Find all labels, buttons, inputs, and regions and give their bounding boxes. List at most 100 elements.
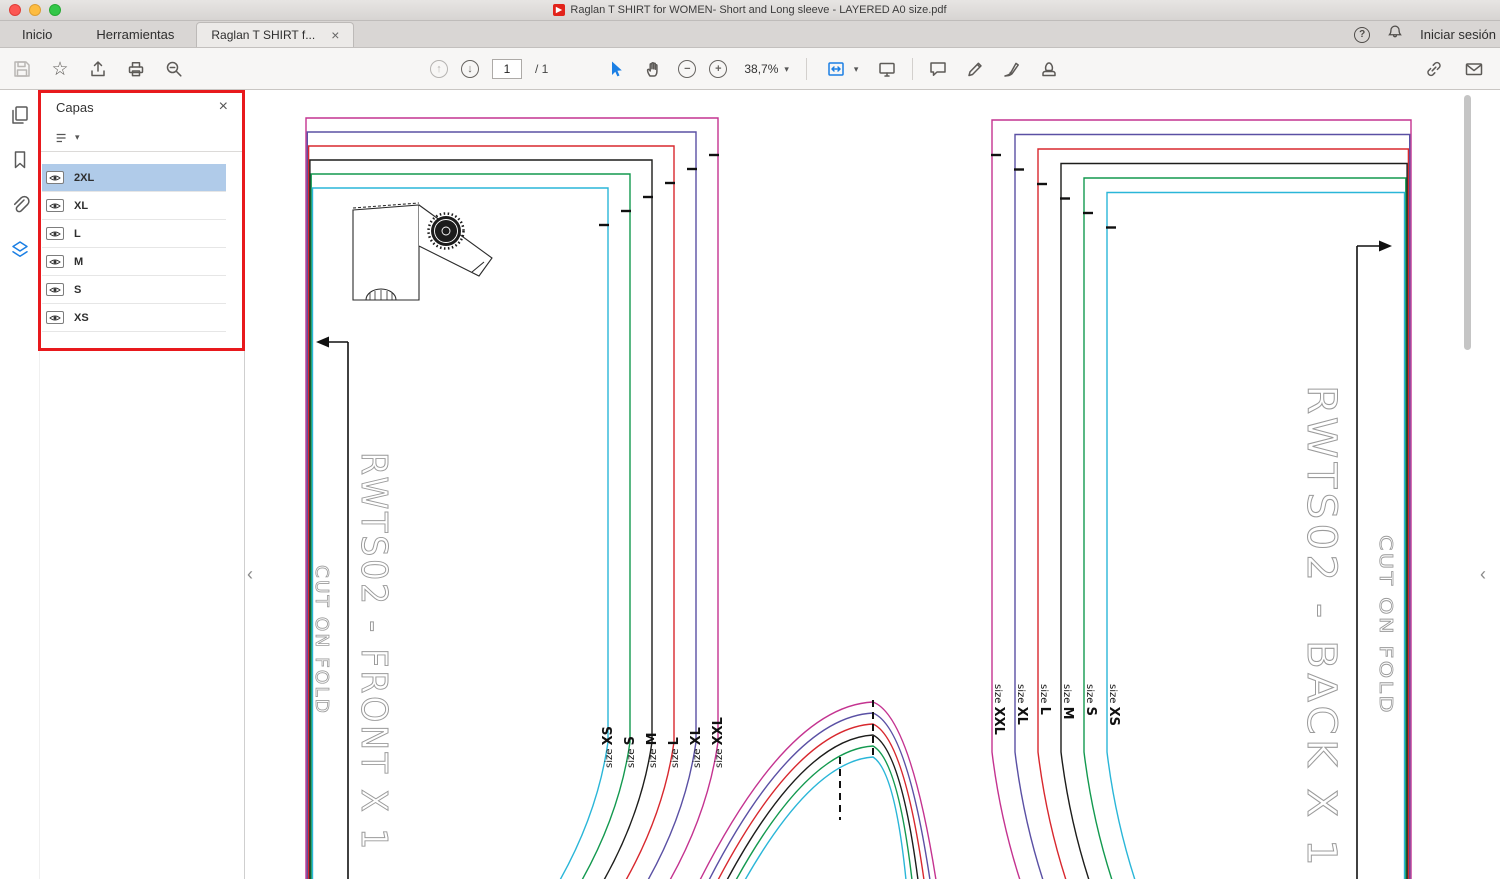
layer-visibility-eye-icon[interactable] (46, 199, 64, 212)
sign-in-button[interactable]: Iniciar sesión (1420, 27, 1496, 42)
layer-row-xs[interactable]: XS (42, 304, 226, 332)
layer-row-xl[interactable]: XL (42, 192, 226, 220)
back-cut-on-fold-label: CUT ON FOLD (1375, 535, 1396, 715)
size-label: size XL (1014, 684, 1029, 725)
back-layer-outline (1060, 162, 1408, 879)
page-number-input[interactable] (492, 59, 522, 79)
size-label: size S (623, 736, 638, 768)
close-window-button[interactable] (9, 4, 21, 16)
share-upload-icon[interactable] (86, 57, 110, 81)
back-piece-outlines (991, 119, 1412, 879)
size-label: size XS (601, 726, 616, 768)
bookmarks-icon[interactable] (9, 149, 31, 176)
front-cut-on-fold-label: CUT ON FOLD (311, 565, 332, 715)
link-share-icon[interactable] (1422, 57, 1446, 81)
tab-bar: Inicio Herramientas Raglan T SHIRT f... … (0, 21, 1500, 48)
fill-sign-pen-icon[interactable] (1000, 57, 1024, 81)
layer-row-l[interactable]: L (42, 220, 226, 248)
front-neckline-curve (726, 734, 919, 879)
size-label: size XXL (711, 717, 726, 768)
layer-visibility-eye-icon[interactable] (46, 227, 64, 240)
next-page-button[interactable]: ↓ (461, 60, 479, 78)
size-label: size M (1060, 684, 1075, 720)
print-icon[interactable] (124, 57, 148, 81)
layers-list: 2XL XL L M S XS (42, 164, 226, 332)
back-layer-outline (1037, 148, 1410, 879)
back-layer-outline (1014, 133, 1411, 879)
vertical-scrollbar[interactable] (1464, 95, 1471, 350)
caret-down-icon: ▾ (853, 63, 859, 74)
panel-close-icon[interactable]: × (219, 98, 228, 116)
size-label: size XS (1106, 684, 1121, 726)
presentation-mode-icon[interactable] (875, 57, 899, 81)
size-label: size L (1037, 684, 1052, 715)
zoom-level-value: 38,7% (744, 62, 779, 76)
size-label: size S (1083, 684, 1098, 716)
front-neckline-curve (735, 745, 913, 879)
notifications-bell-icon[interactable] (1386, 23, 1404, 46)
front-piece-label: RWTS02 - FRONT X 1 (353, 452, 394, 852)
titlebar: Raglan T SHIRT for WOMEN- Short and Long… (0, 0, 1500, 21)
main-toolbar: ☆ ↑ ↓ / 1 − + 3 (0, 48, 1500, 90)
back-size-labels: size XXL size XL size L size M size S size XS (991, 684, 1121, 735)
size-label: size XL (689, 727, 704, 768)
layers-panel-title: Capas (56, 99, 94, 115)
front-size-labels: size XS size S size M size L size XL size XXL (601, 717, 726, 768)
hand-tool-icon[interactable] (641, 57, 665, 81)
layer-row-2xl[interactable]: 2XL (42, 164, 226, 192)
grainline-arrows (316, 240, 1392, 879)
fit-width-icon (824, 57, 848, 81)
window-title: Raglan T SHIRT for WOMEN- Short and Long… (570, 4, 947, 16)
mail-envelope-icon[interactable] (1462, 57, 1486, 81)
select-tool-cursor-icon[interactable] (604, 57, 628, 81)
page-thumbnails-icon[interactable] (9, 104, 31, 131)
save-icon[interactable] (10, 57, 34, 81)
back-layer-outline (1106, 191, 1406, 879)
tab-herramientas[interactable]: Herramientas (74, 21, 196, 47)
pdf-file-icon (553, 4, 566, 16)
back-layer-outline (991, 119, 1412, 879)
highlighter-pencil-icon[interactable] (963, 57, 987, 81)
pdf-page-canvas: size XSsize Ssize Msize Lsize XLsize XXL… (305, 117, 1412, 879)
comment-bubble-icon[interactable] (926, 57, 950, 81)
caret-down-icon: ▾ (784, 63, 789, 74)
layer-visibility-eye-icon[interactable] (46, 283, 64, 296)
zoom-level-dropdown[interactable]: 38,7% ▾ (740, 60, 793, 78)
previous-page-button[interactable]: ↑ (430, 60, 448, 78)
back-piece-label: RWTS02 - BACK X 1 (1298, 385, 1344, 870)
stamp-tool-icon[interactable] (1037, 57, 1061, 81)
layer-visibility-eye-icon[interactable] (46, 311, 64, 324)
right-panel-collapse-chevron-icon[interactable]: ‹ (1480, 564, 1486, 585)
size-label: size XXL (991, 684, 1006, 735)
right-rail: ‹ (1472, 90, 1500, 879)
zoom-in-button[interactable]: + (709, 60, 728, 78)
layers-panel: Capas × ▾ 2XL XL L M S XS (40, 90, 245, 879)
document-tab[interactable]: Raglan T SHIRT f... × (196, 22, 355, 47)
layer-row-s[interactable]: S (42, 276, 226, 304)
zoom-out-button[interactable]: − (678, 60, 697, 78)
minimize-window-button[interactable] (29, 4, 41, 16)
content-area: Capas × ▾ 2XL XL L M S XS ‹ size XS size… (0, 90, 1500, 879)
zoom-search-icon[interactable] (162, 57, 186, 81)
layer-visibility-eye-icon[interactable] (46, 255, 64, 268)
fit-width-dropdown[interactable]: ▾ (820, 55, 863, 83)
size-label: size M (645, 732, 660, 768)
document-tab-label: Raglan T SHIRT f... (211, 28, 316, 42)
layer-visibility-eye-icon[interactable] (46, 171, 64, 184)
attachments-paperclip-icon[interactable] (9, 194, 31, 221)
tshirt-illustration (352, 202, 493, 301)
caret-down-icon: ▾ (75, 132, 80, 142)
tab-inicio[interactable]: Inicio (0, 21, 74, 47)
help-icon[interactable]: ? (1354, 26, 1371, 43)
toolbar-divider (912, 58, 914, 80)
front-neckline-curve (717, 723, 925, 879)
layers-options-menu[interactable]: ▾ (40, 124, 244, 152)
traffic-lights (9, 4, 61, 16)
star-favorite-icon[interactable]: ☆ (48, 57, 72, 81)
page-total-label: / 1 (535, 62, 549, 76)
tab-close-icon[interactable]: × (331, 27, 339, 43)
layers-panel-icon[interactable] (9, 239, 31, 266)
zoom-window-button[interactable] (49, 4, 61, 16)
layer-row-m[interactable]: M (42, 248, 226, 276)
navigation-icon-strip (0, 90, 40, 879)
